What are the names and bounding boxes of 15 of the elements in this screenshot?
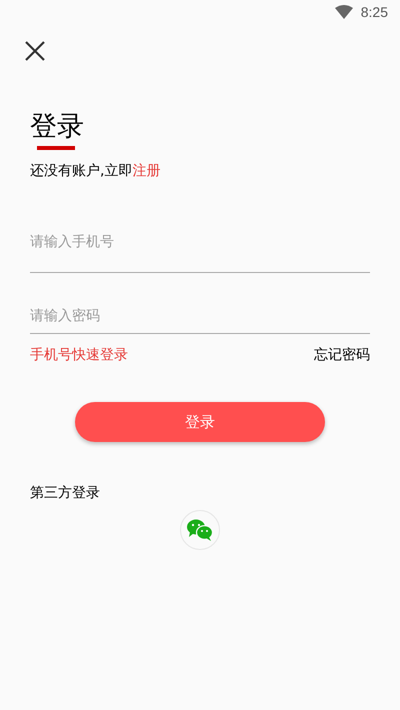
phone-field[interactable]: 请输入手机号 (30, 212, 370, 273)
status-time: 8:25 (360, 4, 388, 20)
login-button[interactable]: 登录 (75, 402, 325, 442)
password-field[interactable]: 请输入密码 (30, 273, 370, 334)
third-party-label: 第三方登录 (30, 484, 101, 502)
chat-bubbles-button[interactable] (180, 510, 220, 550)
register-prompt: 还没有账户,立即 (30, 163, 132, 179)
chat-bubbles-icon (186, 518, 214, 542)
quick-login-link[interactable]: 手机号快速登录 (30, 346, 128, 364)
close-icon[interactable] (24, 40, 46, 62)
title-underline (37, 146, 75, 150)
page-title: 登录 (30, 110, 84, 144)
wifi-icon (334, 5, 353, 19)
register-link[interactable]: 注册 (132, 163, 160, 179)
forgot-password-link[interactable]: 忘记密码 (314, 346, 370, 364)
